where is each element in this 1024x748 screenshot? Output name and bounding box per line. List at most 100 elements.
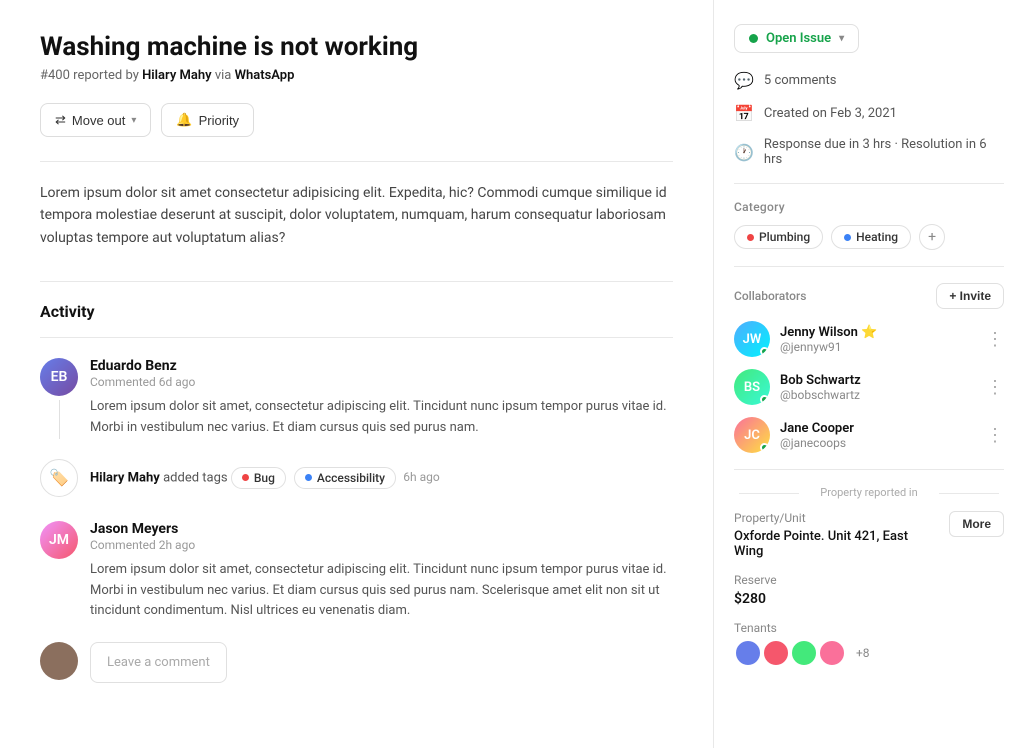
tag-icon: 🏷️ xyxy=(40,459,78,497)
collaborators-label: Collaborators xyxy=(734,289,806,303)
comments-count: 5 comments xyxy=(764,73,837,88)
jane-name: Jane Cooper xyxy=(780,421,976,436)
reserve-row: Reserve $280 xyxy=(734,573,1004,607)
collaborator-jenny: JW Jenny Wilson ⭐ @jennyw91 ⋮ xyxy=(734,321,1004,357)
created-date: Created on Feb 3, 2021 xyxy=(764,106,897,121)
move-out-icon: ⇄ xyxy=(55,112,66,128)
jenny-handle: @jennyw91 xyxy=(780,340,976,354)
activity-item-3: JM Jason Meyers Commented 2h ago Lorem i… xyxy=(40,521,673,622)
avatar-jenny: JW xyxy=(734,321,770,357)
invite-label: + Invite xyxy=(949,289,991,303)
category-plumbing: Plumbing xyxy=(734,225,823,249)
commenter-2-name: Jason Meyers xyxy=(90,521,673,537)
comment-row: Leave a comment xyxy=(40,642,673,683)
property-unit-info: Property/Unit Oxforde Pointe. Unit 421, … xyxy=(734,511,934,559)
reporter-name: Hilary Mahy xyxy=(142,68,212,83)
tag-bug: Bug xyxy=(231,467,286,489)
activity-section-title: Activity xyxy=(40,302,673,321)
comment-placeholder: Leave a comment xyxy=(107,655,210,670)
added-tags: Bug Accessibility xyxy=(231,467,396,489)
property-unit-label: Property/Unit xyxy=(734,511,934,525)
property-unit-value: Oxforde Pointe. Unit 421, East Wing xyxy=(734,529,934,559)
reserve-value: $280 xyxy=(734,591,777,607)
add-category-button[interactable]: + xyxy=(919,224,945,250)
avatar-jane: JC xyxy=(734,417,770,453)
heating-dot xyxy=(844,234,851,241)
sidebar-divider-3 xyxy=(734,469,1004,470)
bob-handle: @bobschwartz xyxy=(780,388,976,402)
bob-name: Bob Schwartz xyxy=(780,373,976,388)
priority-label: Priority xyxy=(199,113,239,128)
tenant-avatar-1 xyxy=(734,639,762,667)
sidebar-divider-2 xyxy=(734,266,1004,267)
collaborators-header: Collaborators + Invite xyxy=(734,283,1004,309)
jenny-online-dot xyxy=(760,347,769,356)
accessibility-dot xyxy=(305,474,312,481)
category-tags: Plumbing Heating + xyxy=(734,224,1004,250)
issue-id: #400 xyxy=(40,68,70,83)
tenant-avatar-3 xyxy=(790,639,818,667)
jane-info: Jane Cooper @janecoops xyxy=(780,421,976,450)
calendar-icon: 📅 xyxy=(734,104,754,123)
current-user-avatar xyxy=(40,642,78,680)
comment-icon: 💬 xyxy=(734,71,754,90)
jane-more-button[interactable]: ⋮ xyxy=(986,425,1004,446)
priority-button[interactable]: 🔔 Priority xyxy=(161,103,254,137)
comment-1-content: Eduardo Benz Commented 6d ago Lorem ipsu… xyxy=(90,358,673,439)
issue-meta: #400 reported by Hilary Mahy via WhatsAp… xyxy=(40,68,673,83)
category-label: Category xyxy=(734,200,1004,214)
status-dot xyxy=(749,34,758,43)
avatar-eduardo: EB xyxy=(40,358,78,396)
jenny-more-button[interactable]: ⋮ xyxy=(986,329,1004,350)
collaborator-bob: BS Bob Schwartz @bobschwartz ⋮ xyxy=(734,369,1004,405)
reserve-label: Reserve xyxy=(734,573,777,587)
bob-more-button[interactable]: ⋮ xyxy=(986,377,1004,398)
property-unit-row: Property/Unit Oxforde Pointe. Unit 421, … xyxy=(734,511,1004,559)
tenant-avatar-2 xyxy=(762,639,790,667)
heating-label: Heating xyxy=(856,230,898,244)
plumbing-dot xyxy=(747,234,754,241)
jenny-star: ⭐ xyxy=(861,325,877,340)
commenter-2-time: Commented 2h ago xyxy=(90,538,673,552)
status-chevron-icon: ▾ xyxy=(839,33,844,44)
bob-online-dot xyxy=(760,395,769,404)
avatar-bob: BS xyxy=(734,369,770,405)
action-buttons: ⇄ Move out ▾ 🔔 Priority xyxy=(40,103,673,137)
move-out-label: Move out xyxy=(72,113,125,128)
issue-description: Lorem ipsum dolor sit amet consectetur a… xyxy=(40,182,673,249)
tenants-label: Tenants xyxy=(734,621,870,635)
tag-accessibility: Accessibility xyxy=(294,467,396,489)
comment-2-content: Jason Meyers Commented 2h ago Lorem ipsu… xyxy=(90,521,673,622)
commenter-1-time: Commented 6d ago xyxy=(90,375,673,389)
tenants-row-section: Tenants +8 xyxy=(734,621,1004,667)
move-out-button[interactable]: ⇄ Move out ▾ xyxy=(40,103,151,137)
activity-divider xyxy=(40,281,673,282)
issue-title: Washing machine is not working xyxy=(40,32,673,62)
created-meta: 📅 Created on Feb 3, 2021 xyxy=(734,104,1004,123)
jenny-name: Jenny Wilson ⭐ xyxy=(780,325,976,340)
header-divider xyxy=(40,161,673,162)
activity-item-2: 🏷️ Hilary Mahy added tags Bug Accessibil… xyxy=(40,459,673,501)
tag-activity-text: Hilary Mahy added tags Bug Accessibility… xyxy=(90,467,673,489)
activity-item-1: EB Eduardo Benz Commented 6d ago Lorem i… xyxy=(40,358,673,439)
invite-button[interactable]: + Invite xyxy=(936,283,1004,309)
clock-icon: 🕐 xyxy=(734,143,754,162)
tagger-name: Hilary Mahy xyxy=(90,470,160,485)
status-badge[interactable]: Open Issue ▾ xyxy=(734,24,859,53)
comment-input[interactable]: Leave a comment xyxy=(90,642,227,683)
move-out-chevron-icon: ▾ xyxy=(131,115,136,126)
activity-top-divider xyxy=(40,337,673,338)
bug-dot xyxy=(242,474,249,481)
bob-info: Bob Schwartz @bobschwartz xyxy=(780,373,976,402)
response-time: Response due in 3 hrs · Resolution in 6 … xyxy=(764,137,1004,167)
comments-meta: 💬 5 comments xyxy=(734,71,1004,90)
tenants-avatars: +8 xyxy=(734,639,870,667)
bell-icon: 🔔 xyxy=(176,112,192,128)
more-button[interactable]: More xyxy=(949,511,1004,537)
status-label: Open Issue xyxy=(766,31,831,46)
tag-activity-content: Hilary Mahy added tags Bug Accessibility… xyxy=(90,459,673,495)
plumbing-label: Plumbing xyxy=(759,230,810,244)
jane-handle: @janecoops xyxy=(780,436,976,450)
property-section-label: Property reported in xyxy=(734,486,1004,499)
sidebar: Open Issue ▾ 💬 5 comments 📅 Created on F… xyxy=(714,0,1024,748)
